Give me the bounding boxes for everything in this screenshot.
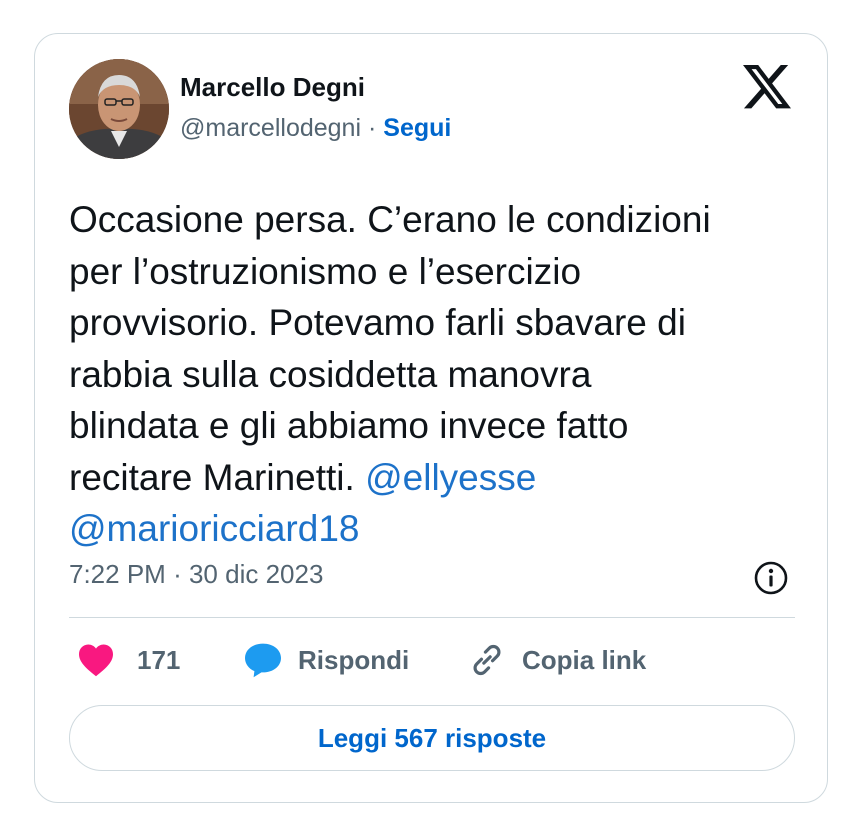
info-icon[interactable] [753, 560, 789, 596]
tweet-timestamp[interactable]: 7:22 PM · 30 dic 2023 [69, 559, 323, 590]
copy-link-button[interactable]: Copia link [468, 640, 646, 680]
like-count: 171 [137, 644, 181, 675]
mention-link[interactable]: @ellyesse [365, 457, 536, 498]
x-logo-icon[interactable] [743, 65, 791, 110]
tweet-date[interactable]: 30 dic 2023 [189, 559, 323, 589]
author-name[interactable]: Marcello Degni [180, 72, 365, 103]
like-button[interactable]: 171 [77, 640, 180, 680]
tweet-time[interactable]: 7:22 PM [69, 559, 166, 589]
handle-row: @marcellodegni · Segui [180, 114, 451, 143]
copy-link-label: Copia link [522, 644, 647, 675]
link-icon [473, 644, 501, 676]
separator-dot: · [367, 114, 377, 142]
reply-button[interactable]: Rispondi [244, 640, 409, 680]
tweet-body: Occasione persa. C’erano le condizioni p… [69, 199, 711, 498]
mention-link[interactable]: @marioricciard18 [69, 508, 359, 549]
follow-button[interactable]: Segui [383, 114, 451, 142]
avatar[interactable] [69, 59, 169, 159]
separator-dot: · [173, 559, 182, 589]
tweet-text: Occasione persa. C’erano le condizioni p… [69, 194, 809, 555]
read-replies-button[interactable]: Leggi 567 risposte [69, 705, 795, 771]
tweet-card: Marcello Degni @marcellodegni · Segui Oc… [34, 33, 828, 803]
speech-bubble-icon [245, 643, 281, 678]
heart-icon [79, 644, 113, 677]
divider [69, 617, 795, 618]
author-handle[interactable]: @marcellodegni [180, 114, 361, 142]
reply-label: Rispondi [298, 644, 410, 675]
